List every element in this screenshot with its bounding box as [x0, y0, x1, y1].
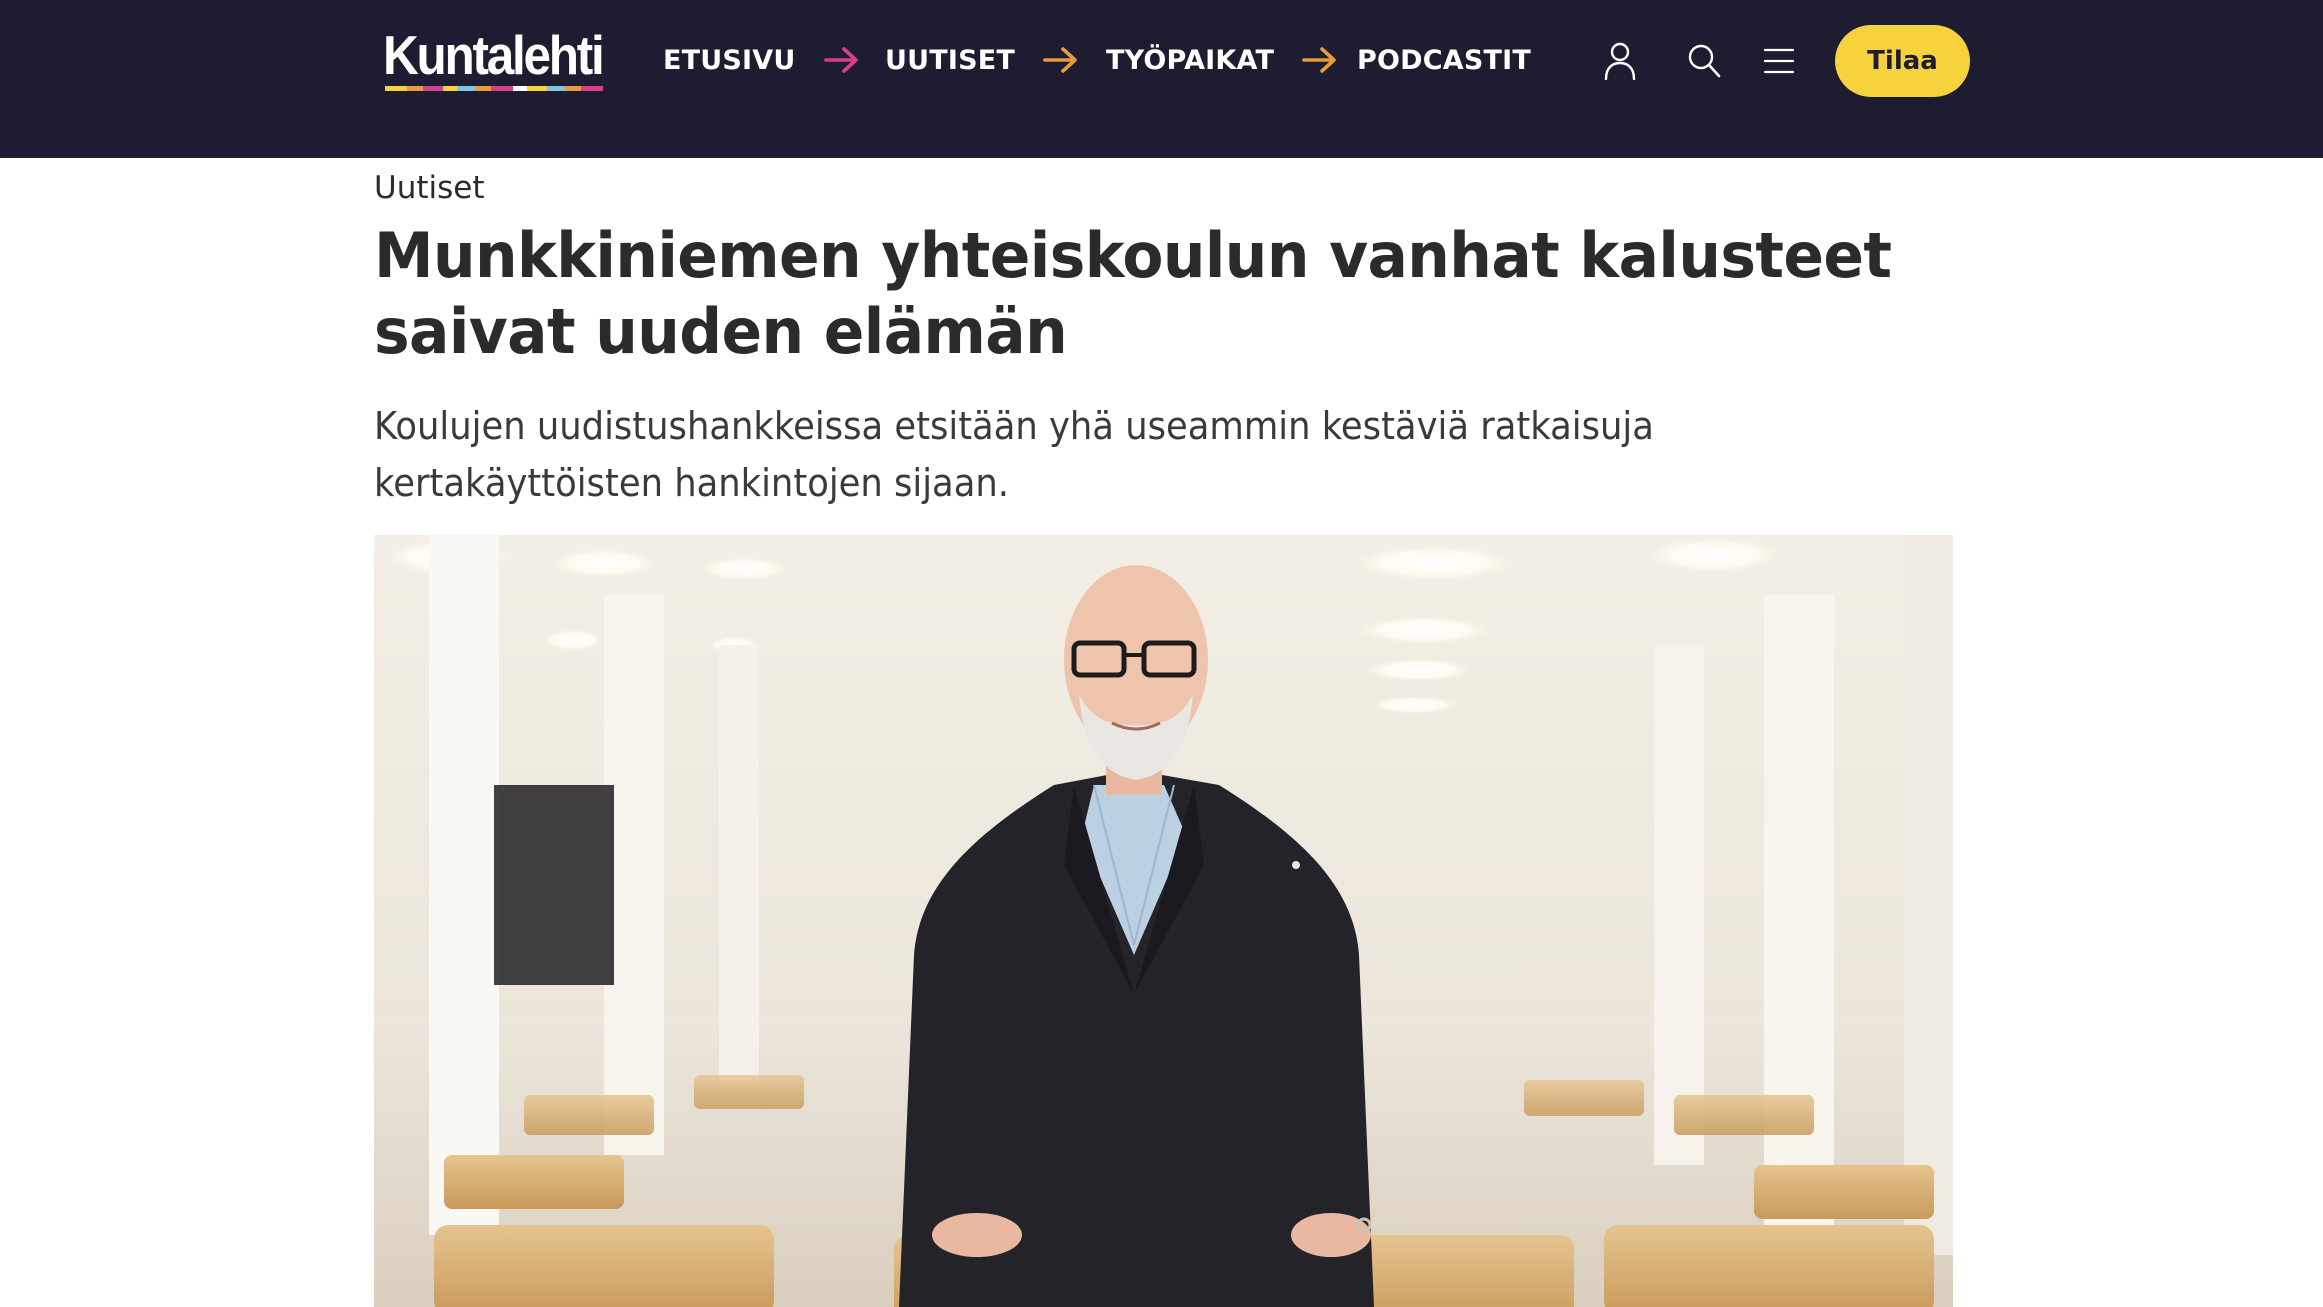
- logo-color-stripe: [385, 86, 603, 91]
- hero-photo: [374, 535, 1953, 1307]
- arrow-right-icon: [823, 47, 858, 73]
- article-title: Munkkiniemen yhteiskoulun vanhat kaluste…: [374, 219, 1892, 368]
- nav-label-podcastit: PODCASTIT: [1357, 44, 1531, 76]
- article-lead: Koulujen uudistushankkeissa etsitään yhä…: [374, 404, 1654, 505]
- arrow-right-icon: [1302, 47, 1336, 73]
- user-icon: [1604, 42, 1636, 81]
- menu-button[interactable]: [1755, 37, 1803, 85]
- nav-item-podcastit[interactable]: PODCASTIT: [1357, 40, 1531, 80]
- nav-item-etusivu[interactable]: ETUSIVU: [663, 40, 860, 80]
- article-hero-image: [374, 535, 1953, 1307]
- nav-label-uutiset: UUTISET: [885, 44, 1016, 76]
- subscribe-button[interactable]: Tilaa: [1835, 25, 1970, 97]
- nav-label-tyopaikat: TYÖPAIKAT: [1106, 44, 1275, 76]
- search-button[interactable]: [1680, 37, 1728, 85]
- nav-label-etusivu: ETUSIVU: [663, 44, 796, 76]
- menu-icon: [1763, 48, 1795, 74]
- site-logo[interactable]: Kuntalehti: [383, 24, 605, 96]
- search-icon: [1688, 44, 1721, 78]
- user-button[interactable]: [1596, 37, 1644, 85]
- arrow-right-icon: [1043, 47, 1077, 73]
- article-category[interactable]: Uutiset: [374, 170, 484, 206]
- nav-item-uutiset[interactable]: UUTISET: [885, 40, 1079, 80]
- logo-text: Kuntalehti: [383, 24, 605, 86]
- site-header: Kuntalehti ETUSIVU UUTISET TYÖPAIKAT POD…: [0, 0, 2323, 158]
- nav-item-tyopaikat[interactable]: TYÖPAIKAT: [1106, 40, 1338, 80]
